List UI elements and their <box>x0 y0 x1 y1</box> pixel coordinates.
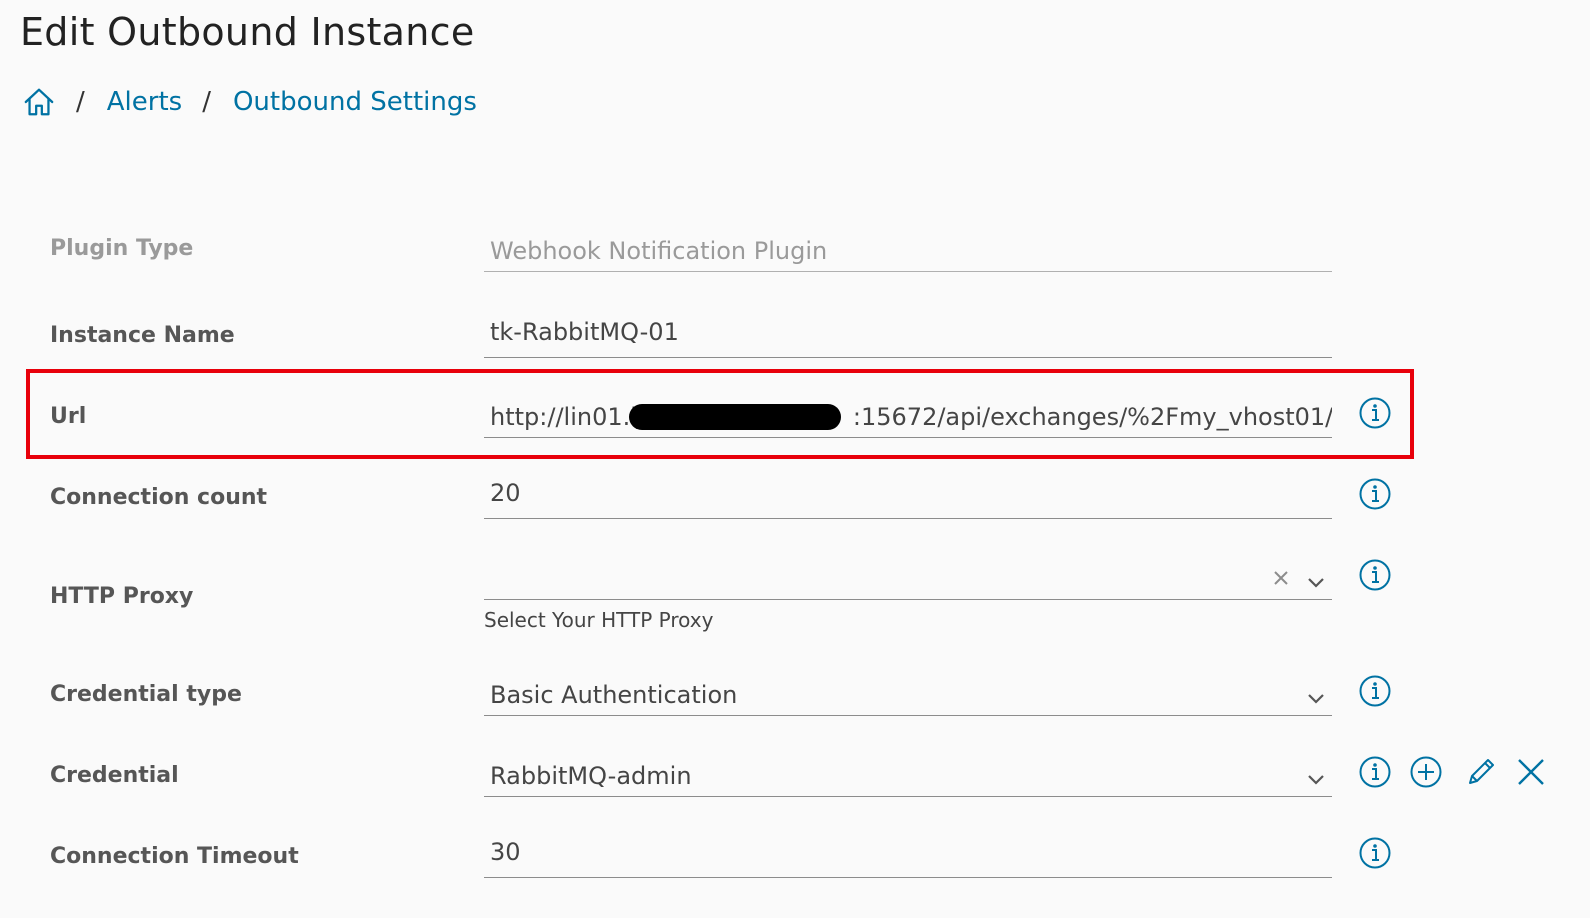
breadcrumb-separator: / <box>202 87 211 117</box>
chevron-down-icon[interactable] <box>1306 691 1326 705</box>
http-proxy-info-icon[interactable] <box>1358 558 1392 592</box>
breadcrumb-link-alerts[interactable]: Alerts <box>107 87 182 117</box>
connection-count-info-icon[interactable] <box>1358 477 1392 511</box>
connection-timeout-info-icon[interactable] <box>1358 836 1392 870</box>
breadcrumb: / Alerts / Outbound Settings <box>22 82 477 122</box>
credential-type-value: Basic Authentication <box>490 681 738 709</box>
page-title: Edit Outbound Instance <box>20 10 475 54</box>
breadcrumb-separator: / <box>76 87 85 117</box>
credential-info-icon[interactable] <box>1358 755 1392 789</box>
connection-timeout-field[interactable] <box>484 832 1332 878</box>
connection-timeout-input[interactable] <box>484 832 1332 877</box>
credential-type-select[interactable]: Basic Authentication <box>484 670 1332 716</box>
connection-timeout-label: Connection Timeout <box>50 844 299 869</box>
plugin-type-label: Plugin Type <box>50 236 194 261</box>
credential-select[interactable]: RabbitMQ-admin <box>484 751 1332 797</box>
connection-count-field[interactable] <box>484 473 1332 519</box>
instance-name-input[interactable] <box>484 312 1332 357</box>
credential-value: RabbitMQ-admin <box>490 762 692 790</box>
instance-name-label: Instance Name <box>50 323 235 348</box>
http-proxy-select[interactable] <box>484 554 1332 600</box>
plugin-type-value: Webhook Notification Plugin <box>490 237 828 265</box>
credential-type-label: Credential type <box>50 682 242 707</box>
clear-icon[interactable] <box>1272 569 1290 587</box>
credential-type-info-icon[interactable] <box>1358 674 1392 708</box>
instance-name-field[interactable] <box>484 312 1332 358</box>
credential-label: Credential <box>50 763 179 788</box>
add-icon[interactable] <box>1409 755 1443 789</box>
highlight-box <box>26 369 1414 459</box>
plugin-type-field: Webhook Notification Plugin <box>484 226 1332 272</box>
home-icon[interactable] <box>22 85 56 119</box>
chevron-down-icon[interactable] <box>1306 772 1326 786</box>
http-proxy-helper-text: Select Your HTTP Proxy <box>484 608 714 632</box>
breadcrumb-link-outbound-settings[interactable]: Outbound Settings <box>233 87 477 117</box>
close-icon[interactable] <box>1514 755 1548 789</box>
chevron-down-icon[interactable] <box>1306 575 1326 589</box>
connection-count-label: Connection count <box>50 485 268 510</box>
http-proxy-label: HTTP Proxy <box>50 584 194 609</box>
edit-pencil-icon[interactable] <box>1464 755 1498 789</box>
connection-count-input[interactable] <box>484 473 1332 518</box>
